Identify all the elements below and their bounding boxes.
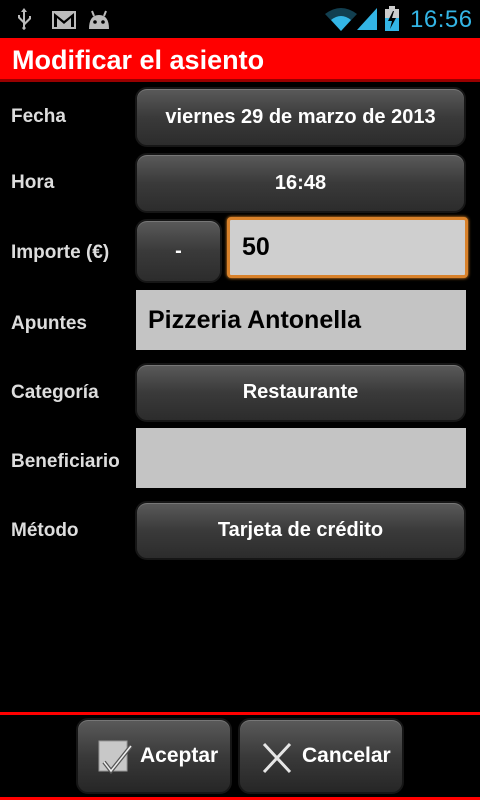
apuntes-input[interactable]: Pizzeria Antonella: [136, 290, 466, 350]
hora-label: Hora: [11, 172, 55, 193]
title-bar: Modificar el asiento: [0, 38, 480, 82]
hora-button[interactable]: 16:48: [135, 153, 466, 213]
apuntes-label: Apuntes: [11, 313, 87, 334]
cancel-x-icon: [262, 742, 292, 774]
page-title: Modificar el asiento: [12, 45, 265, 75]
accept-check-icon: [98, 740, 133, 775]
status-clock: 16:56: [410, 6, 473, 33]
status-bar: 16:56: [0, 0, 480, 38]
cancel-button[interactable]: Cancelar: [238, 718, 404, 794]
cancel-label: Cancelar: [302, 744, 391, 767]
beneficiario-input[interactable]: [136, 428, 466, 488]
divider: [0, 712, 480, 715]
importe-label: Importe (€): [11, 242, 110, 263]
fecha-label: Fecha: [11, 106, 66, 127]
beneficiario-label: Beneficiario: [11, 451, 120, 472]
metodo-label: Método: [11, 520, 79, 541]
categoria-label: Categoría: [11, 382, 99, 403]
wifi-icon: [325, 8, 357, 31]
battery-charging-icon: [385, 6, 399, 31]
usb-icon: [18, 8, 31, 30]
gmail-icon: [52, 11, 76, 29]
sign-toggle-button[interactable]: -: [135, 219, 222, 283]
accept-label: Aceptar: [140, 744, 219, 767]
signal-icon: [357, 8, 377, 30]
importe-input[interactable]: 50: [227, 217, 468, 278]
fecha-button[interactable]: viernes 29 de marzo de 2013: [135, 87, 466, 147]
android-icon: [89, 10, 109, 29]
categoria-button[interactable]: Restaurante: [135, 363, 466, 422]
accept-button[interactable]: Aceptar: [76, 718, 232, 794]
metodo-button[interactable]: Tarjeta de crédito: [135, 501, 466, 560]
